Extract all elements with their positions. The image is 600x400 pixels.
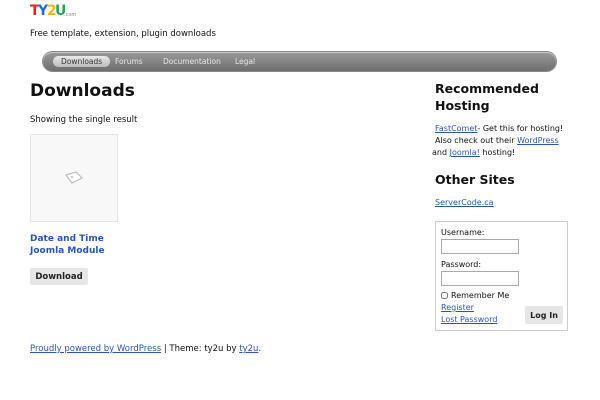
hosting-text: FastComet- Get this for hosting! Also ch…	[432, 123, 575, 159]
theme-author-link[interactable]: ty2u	[239, 344, 258, 354]
product-title-line2[interactable]: Joomla Module	[30, 245, 150, 257]
password-label: Password:	[441, 260, 482, 269]
hosting-and-text: and	[432, 148, 450, 157]
password-input[interactable]	[441, 271, 519, 286]
recommended-hosting-heading: Recommended Hosting	[435, 81, 539, 113]
nav-item-documentation[interactable]: Documentation	[155, 56, 229, 67]
site-logo[interactable]: T Y 2 U .com	[30, 2, 80, 18]
result-count: Showing the single result	[30, 115, 138, 125]
remember-me[interactable]: Remember Me	[441, 291, 509, 300]
username-input[interactable]	[441, 239, 519, 254]
image-placeholder-icon	[65, 171, 84, 184]
username-label: Username:	[441, 228, 485, 237]
page-title: Downloads	[30, 81, 135, 101]
login-button[interactable]: Log In	[525, 306, 563, 324]
product-title-line1[interactable]: Date and Time	[30, 233, 150, 245]
fastcomet-link[interactable]: FastComet	[435, 124, 477, 133]
nav-item-downloads[interactable]: Downloads	[53, 56, 111, 67]
nav-item-legal[interactable]: Legal	[227, 56, 263, 67]
lost-password-link[interactable]: Lost Password	[441, 315, 497, 324]
footer-period: .	[258, 344, 262, 354]
remember-me-label: Remember Me	[451, 291, 510, 300]
other-sites-list: ServerCode.ca	[435, 197, 575, 209]
register-link[interactable]: Register	[441, 303, 474, 312]
wordpress-hosting-link[interactable]: WordPress	[517, 136, 559, 145]
wordpress-credit-link[interactable]: Proudly powered by WordPress	[30, 344, 161, 354]
nav-item-forums[interactable]: Forums	[107, 56, 151, 67]
footer-theme-text: | Theme: ty2u by	[161, 344, 240, 354]
joomla-hosting-link[interactable]: Joomla!	[450, 148, 480, 157]
download-button[interactable]: Download	[30, 268, 88, 285]
remember-me-checkbox[interactable]	[441, 292, 448, 299]
other-sites-heading: Other Sites	[435, 172, 515, 187]
main-navigation: Downloads Forums Documentation Legal	[43, 52, 556, 71]
hosting-text-part2: hosting!	[479, 148, 516, 157]
logo-domain: .com	[64, 12, 76, 18]
product-image[interactable]	[30, 134, 118, 222]
site-tagline: Free template, extension, plugin downloa…	[30, 29, 216, 39]
product-title[interactable]: Date and Time Joomla Module	[30, 233, 150, 257]
servercode-link[interactable]: ServerCode.ca	[435, 198, 494, 207]
footer: Proudly powered by WordPress | Theme: ty…	[30, 344, 261, 354]
